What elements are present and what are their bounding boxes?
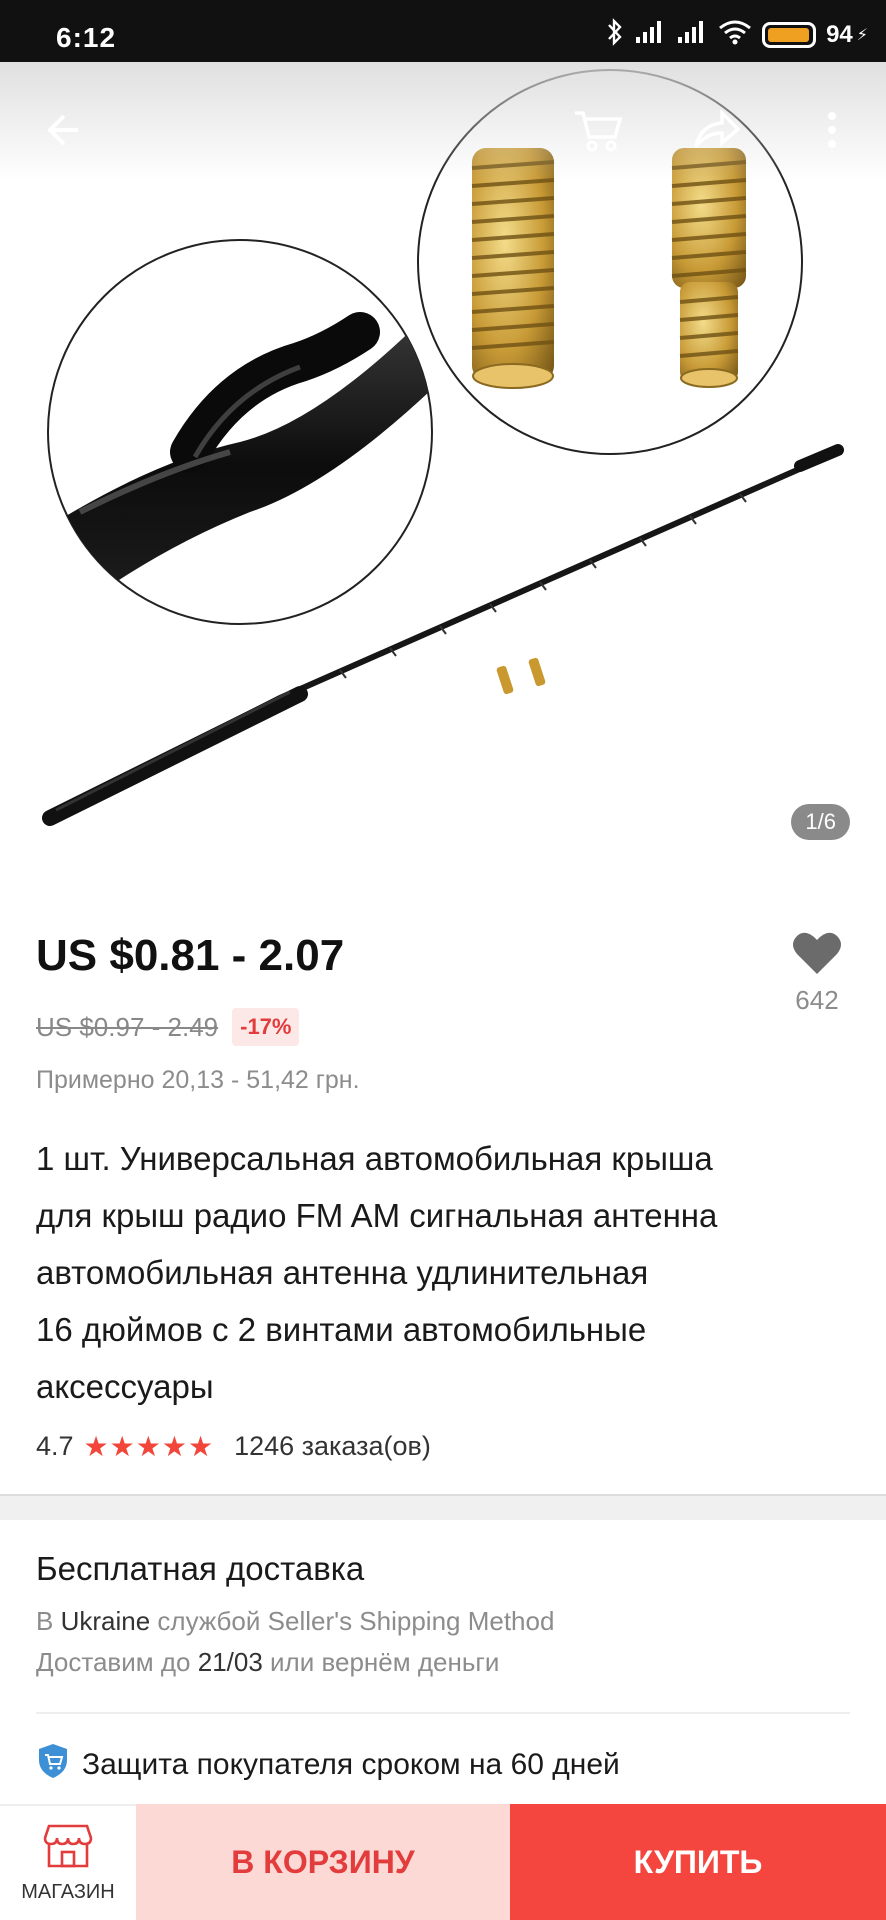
rating-row[interactable]: 4.7 ★★★★★ 1246 заказа(ов) bbox=[36, 1430, 431, 1463]
bottom-action-bar: МАГАЗИН В КОРЗИНУ КУПИТЬ bbox=[0, 1804, 886, 1920]
add-to-cart-button[interactable]: В КОРЗИНУ bbox=[136, 1804, 510, 1920]
buyer-protection-text: Защита покупателя сроком на 60 дней bbox=[82, 1748, 620, 1781]
cart-button[interactable] bbox=[566, 100, 630, 164]
share-icon bbox=[692, 108, 741, 156]
product-title-line: автомобильная антенна удлинительная bbox=[36, 1254, 649, 1291]
price-approx: Примерно 20,13 - 51,42 грн. bbox=[36, 1066, 360, 1094]
charging-icon: ⚡ bbox=[856, 27, 868, 44]
product-title-line: 16 дюймов с 2 винтами автомобильные bbox=[36, 1311, 647, 1348]
product-title: 1 шт. Универсальная автомобильная крыша … bbox=[36, 1130, 856, 1415]
signal-icon bbox=[676, 19, 708, 52]
bluetooth-icon bbox=[606, 17, 624, 53]
shipping-country: Ukraine bbox=[60, 1606, 151, 1636]
signal-icon bbox=[634, 19, 666, 52]
battery-percent: 94 bbox=[826, 21, 853, 48]
product-title-line: для крыш радио FM AM сигнальная антенна bbox=[36, 1197, 718, 1234]
shipping-prefix: В bbox=[36, 1606, 61, 1636]
back-arrow-icon bbox=[42, 110, 82, 155]
store-icon bbox=[41, 1822, 95, 1875]
product-image bbox=[42, 69, 844, 826]
orders-count: 1246 заказа(ов) bbox=[234, 1431, 431, 1461]
wishlist-count: 642 bbox=[795, 985, 839, 1015]
product-image-gallery[interactable]: 1/6 bbox=[0, 62, 886, 882]
delivery-prefix: Доставим до bbox=[36, 1647, 198, 1677]
share-button[interactable] bbox=[684, 100, 748, 164]
price-current: US $0.81 - 2.07 bbox=[36, 931, 345, 980]
status-icons: 94 ⚡ bbox=[606, 17, 868, 53]
product-title-line: аксессуары bbox=[36, 1368, 214, 1405]
image-counter: 1/6 bbox=[791, 804, 850, 840]
rating-stars: ★★★★★ bbox=[83, 1431, 215, 1462]
divider bbox=[36, 1712, 850, 1714]
screw-large bbox=[471, 148, 555, 389]
status-time: 6:12 bbox=[56, 22, 117, 53]
buy-now-button[interactable]: КУПИТЬ bbox=[510, 1804, 886, 1920]
shipping-section[interactable]: Бесплатная доставка В Ukraine службой Se… bbox=[36, 1550, 850, 1678]
section-divider bbox=[0, 1494, 886, 1520]
delivery-date-line: Доставим до 21/03 или вернём деньги bbox=[36, 1647, 850, 1678]
shield-cart-icon bbox=[36, 1742, 70, 1788]
shipping-title: Бесплатная доставка bbox=[36, 1550, 365, 1587]
rating-value: 4.7 bbox=[36, 1431, 74, 1461]
more-options-button[interactable] bbox=[800, 100, 864, 164]
delivery-suffix: или вернём деньги bbox=[262, 1647, 500, 1677]
wishlist-button[interactable]: 642 bbox=[782, 930, 852, 1016]
screw-stepped bbox=[671, 148, 747, 388]
store-label: МАГАЗИН bbox=[21, 1881, 115, 1903]
back-button[interactable] bbox=[30, 100, 94, 164]
battery-icon bbox=[762, 22, 817, 48]
price-section: US $0.81 - 2.07 US $0.97 - 2.49 -17% При… bbox=[36, 930, 850, 1095]
wifi-icon bbox=[718, 19, 752, 52]
delivery-date: 21/03 bbox=[197, 1647, 263, 1677]
cart-icon bbox=[573, 107, 623, 158]
top-gradient bbox=[0, 62, 886, 182]
discount-badge: -17% bbox=[232, 1008, 300, 1046]
buyer-protection[interactable]: Защита покупателя сроком на 60 дней bbox=[36, 1742, 620, 1788]
price-original: US $0.97 - 2.49 bbox=[36, 1011, 219, 1042]
price-old-row: US $0.97 - 2.49 -17% bbox=[36, 1008, 850, 1046]
shipping-method-line: В Ukraine службой Seller's Shipping Meth… bbox=[36, 1606, 850, 1637]
store-button[interactable]: МАГАЗИН bbox=[0, 1804, 136, 1920]
status-bar: 6:12 94 ⚡ bbox=[0, 0, 886, 62]
heart-icon bbox=[792, 932, 842, 980]
more-vertical-icon bbox=[826, 110, 838, 155]
shipping-method: службой Seller's Shipping Method bbox=[150, 1606, 555, 1636]
product-title-line: 1 шт. Универсальная автомобильная крыша bbox=[36, 1140, 713, 1177]
